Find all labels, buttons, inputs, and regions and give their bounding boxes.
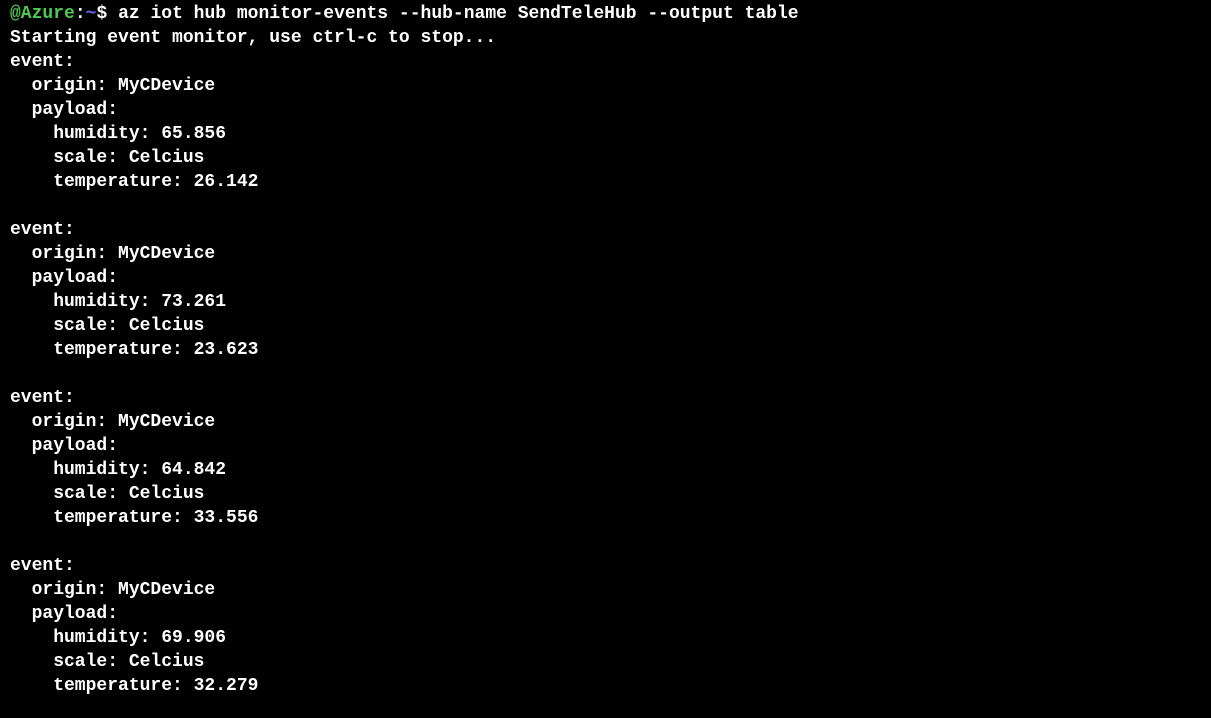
prompt-separator: : <box>75 4 86 24</box>
events-output: event: origin: MyCDevice payload: humidi… <box>10 50 1201 698</box>
start-message: Starting event monitor, use ctrl-c to st… <box>10 28 496 48</box>
prompt-symbol: $ <box>96 4 107 24</box>
prompt-user-host: @Azure <box>10 4 75 24</box>
prompt-path: ~ <box>86 4 97 24</box>
command-text: az iot hub monitor-events --hub-name Sen… <box>118 4 799 24</box>
terminal-window[interactable]: @Azure:~$ az iot hub monitor-events --hu… <box>0 0 1211 700</box>
